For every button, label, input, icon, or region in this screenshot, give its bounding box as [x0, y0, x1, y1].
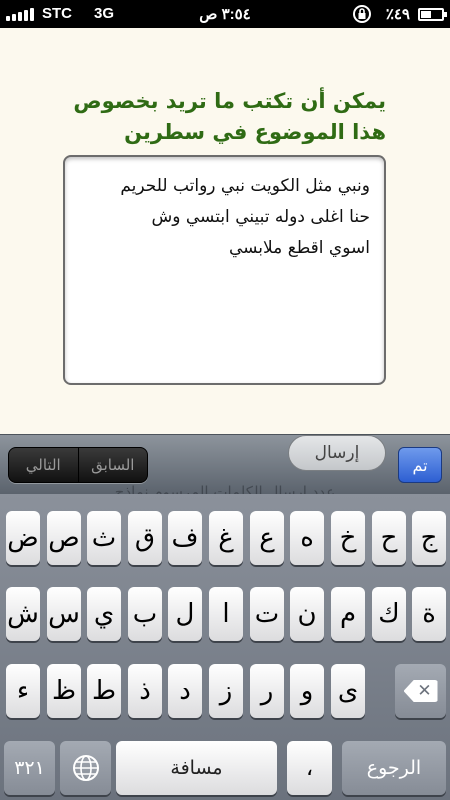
message-textarea[interactable]: ونبي مثل الكويت نبي رواتب للحريم حنا اغل…	[63, 155, 386, 385]
globe-key[interactable]	[60, 741, 111, 795]
space-key[interactable]: مسافة	[116, 741, 277, 795]
done-button[interactable]: تم	[398, 447, 442, 483]
key-7-row3[interactable]: ط	[87, 664, 121, 718]
arabic-keyboard: ✕ ٣٢١ مسافة ، الرجوع جحخهعغفقثصض ةكمنتالب…	[0, 494, 450, 800]
key-11-row1[interactable]: ض	[6, 511, 40, 565]
numbers-key[interactable]: ٣٢١	[4, 741, 55, 795]
key-10-row1[interactable]: ص	[47, 511, 81, 565]
message-line-3: اسوي اقطع ملابسي	[228, 238, 370, 258]
key-1-row2[interactable]: ة	[412, 587, 446, 641]
key-1-row3[interactable]: ى	[331, 664, 365, 718]
return-key[interactable]: الرجوع	[342, 741, 446, 795]
key-3-row3[interactable]: ر	[250, 664, 284, 718]
key-3-row2[interactable]: م	[331, 587, 365, 641]
key-2-row3[interactable]: و	[290, 664, 324, 718]
key-9-row2[interactable]: ي	[87, 587, 121, 641]
globe-icon	[72, 755, 99, 781]
delete-icon: ✕	[403, 680, 438, 702]
key-2-row2[interactable]: ك	[372, 587, 406, 641]
key-7-row2[interactable]: ل	[168, 587, 202, 641]
status-bar: STC 3G ٣:٥٤ ص ٪٤٩	[0, 0, 450, 28]
form-area: يمكن أن تكتب ما تريد بخصوص هذا الموضوع ف…	[0, 28, 450, 434]
battery-icon	[418, 7, 447, 21]
next-button[interactable]: التالي	[9, 448, 78, 482]
send-button[interactable]: إرسال	[288, 435, 386, 471]
key-6-row1[interactable]: غ	[209, 511, 243, 565]
form-heading: يمكن أن تكتب ما تريد بخصوص هذا الموضوع ف…	[73, 89, 386, 144]
key-9-row3[interactable]: ء	[6, 664, 40, 718]
keyboard-toolbar: عدد إرسال الكلمات المرسوم نماذج التالي ا…	[0, 434, 450, 497]
key-2-row1[interactable]: ح	[372, 511, 406, 565]
delete-key[interactable]: ✕	[395, 664, 446, 718]
key-4-row3[interactable]: ز	[209, 664, 243, 718]
key-7-row1[interactable]: ف	[168, 511, 202, 565]
key-3-row1[interactable]: خ	[331, 511, 365, 565]
key-5-row3[interactable]: د	[168, 664, 202, 718]
key-5-row2[interactable]: ت	[250, 587, 284, 641]
punctuation-key[interactable]: ،	[287, 741, 332, 795]
key-8-row2[interactable]: ب	[128, 587, 162, 641]
orientation-lock-icon	[352, 5, 371, 23]
key-9-row1[interactable]: ث	[87, 511, 121, 565]
key-1-row1[interactable]: ج	[412, 511, 446, 565]
key-11-row2[interactable]: ش	[6, 587, 40, 641]
key-8-row1[interactable]: ق	[128, 511, 162, 565]
key-8-row3[interactable]: ظ	[47, 664, 81, 718]
battery-percent: ٪٤٩	[385, 6, 410, 23]
message-line-1: ونبي مثل الكويت نبي رواتب للحريم	[120, 176, 370, 196]
key-4-row1[interactable]: ه	[290, 511, 324, 565]
prev-next-control: التالي السابق	[8, 447, 148, 483]
previous-button[interactable]: السابق	[77, 448, 148, 482]
key-5-row1[interactable]: ع	[250, 511, 284, 565]
key-10-row2[interactable]: س	[47, 587, 81, 641]
key-6-row2[interactable]: ا	[209, 587, 243, 641]
status-right: ٪٤٩	[352, 4, 447, 24]
key-4-row2[interactable]: ن	[290, 587, 324, 641]
key-6-row3[interactable]: ذ	[128, 664, 162, 718]
message-line-2: حنا اغلى دوله تبيني ابتسي وش	[151, 207, 371, 227]
